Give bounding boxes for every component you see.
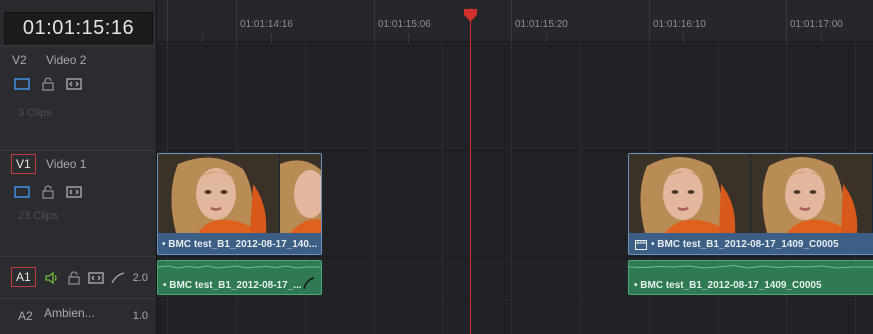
lock-icon[interactable]	[66, 271, 82, 285]
video-clip[interactable]: • BMC test_B1_2012-08-17_140...	[157, 153, 322, 255]
fade-curve-icon[interactable]	[303, 276, 315, 290]
playhead-handle[interactable]	[463, 9, 478, 22]
track-id-v1[interactable]: V1	[11, 154, 36, 174]
ruler-tick	[683, 33, 684, 42]
auto-select-icon[interactable]	[66, 77, 82, 91]
lane-v2[interactable]	[157, 46, 873, 150]
clip-thumbnail	[751, 154, 873, 233]
timecode-display[interactable]: 01:01:15:16	[4, 12, 153, 44]
grid-line	[374, 42, 375, 334]
track-id-v2: V2	[12, 53, 27, 67]
ruler-tick	[649, 0, 650, 42]
monitor-icon[interactable]	[14, 77, 30, 91]
grid-line	[442, 42, 443, 334]
clip-thumbnail	[629, 154, 751, 233]
ruler-tick	[408, 33, 409, 42]
track-name-v1[interactable]: Video 1	[46, 157, 86, 171]
track-name-a2[interactable]: Ambien...	[44, 306, 95, 320]
grid-line	[511, 42, 512, 334]
audio-clip[interactable]: • BMC test_B1_2012-08-17_...	[157, 260, 322, 295]
ruler-tick	[202, 33, 203, 42]
monitor-icon[interactable]	[14, 185, 30, 199]
ruler-tick	[167, 0, 168, 42]
ruler-tick	[511, 0, 512, 42]
track-clip-count-v1: 23 Clips	[18, 210, 58, 222]
track-header-a2[interactable]: A2 Ambien... 1.0	[0, 298, 156, 334]
clip-label: • BMC test_B1_2012-08-17_...	[163, 280, 302, 291]
lane-a2[interactable]	[157, 298, 873, 334]
track-header-v2[interactable]: V2 Video 2 3 Clips	[0, 46, 156, 150]
speaker-icon[interactable]	[44, 271, 60, 285]
playhead[interactable]	[470, 8, 471, 334]
ruler-label: 01:01:16:10	[653, 19, 706, 30]
track-clip-count-v2: 3 Clips	[18, 107, 52, 119]
ruler-tick	[546, 33, 547, 42]
clip-thumbnail	[158, 154, 280, 233]
track-name-v2[interactable]: Video 2	[46, 53, 86, 67]
ruler-tick	[271, 33, 272, 42]
ruler-tick	[786, 0, 787, 42]
track-id-a1[interactable]: A1	[11, 267, 36, 287]
ruler-label: 01:01:17:00	[790, 19, 843, 30]
lock-icon[interactable]	[40, 77, 56, 91]
auto-select-icon[interactable]	[66, 185, 82, 199]
timeline[interactable]: 01:01:14:16 01:01:15:06 01:01:15:20 01:0…	[157, 0, 873, 334]
track-level-a2: 1.0	[132, 310, 148, 322]
clip-label: • BMC test_B1_2012-08-17_1409_C0005	[634, 280, 822, 291]
track-id-a2: A2	[18, 309, 33, 323]
film-strip-icon	[635, 238, 647, 250]
track-header-a1[interactable]: A1 2.0	[0, 256, 156, 298]
ruler-label: 01:01:15:06	[378, 19, 431, 30]
clip-label: • BMC test_B1_2012-08-17_1409_C0005	[651, 239, 839, 250]
timecode-ruler[interactable]: 01:01:14:16 01:01:15:06 01:01:15:20 01:0…	[157, 0, 873, 42]
auto-select-icon[interactable]	[88, 271, 104, 285]
video-clip[interactable]: • BMC test_B1_2012-08-17_1409_C0005	[628, 153, 873, 255]
fade-curve-icon[interactable]	[110, 271, 126, 285]
clip-label: • BMC test_B1_2012-08-17_140...	[162, 239, 318, 250]
ruler-tick	[374, 0, 375, 42]
lock-icon[interactable]	[40, 185, 56, 199]
track-header-v1[interactable]: V1 Video 1 23 Clips	[0, 150, 156, 256]
track-header-column: 01:01:15:16 V2 Video 2 3 Clips V1 Video …	[0, 0, 157, 334]
clip-thumbnail	[280, 154, 321, 233]
audio-waveform	[629, 264, 873, 269]
ruler-label: 01:01:15:20	[515, 19, 568, 30]
audio-clip[interactable]: • BMC test_B1_2012-08-17_1409_C0005	[628, 260, 873, 295]
track-level-a1: 2.0	[132, 272, 148, 284]
ruler-tick	[821, 33, 822, 42]
audio-waveform	[158, 265, 321, 269]
grid-line	[580, 42, 581, 334]
ruler-tick	[236, 0, 237, 42]
ruler-label: 01:01:14:16	[240, 19, 293, 30]
